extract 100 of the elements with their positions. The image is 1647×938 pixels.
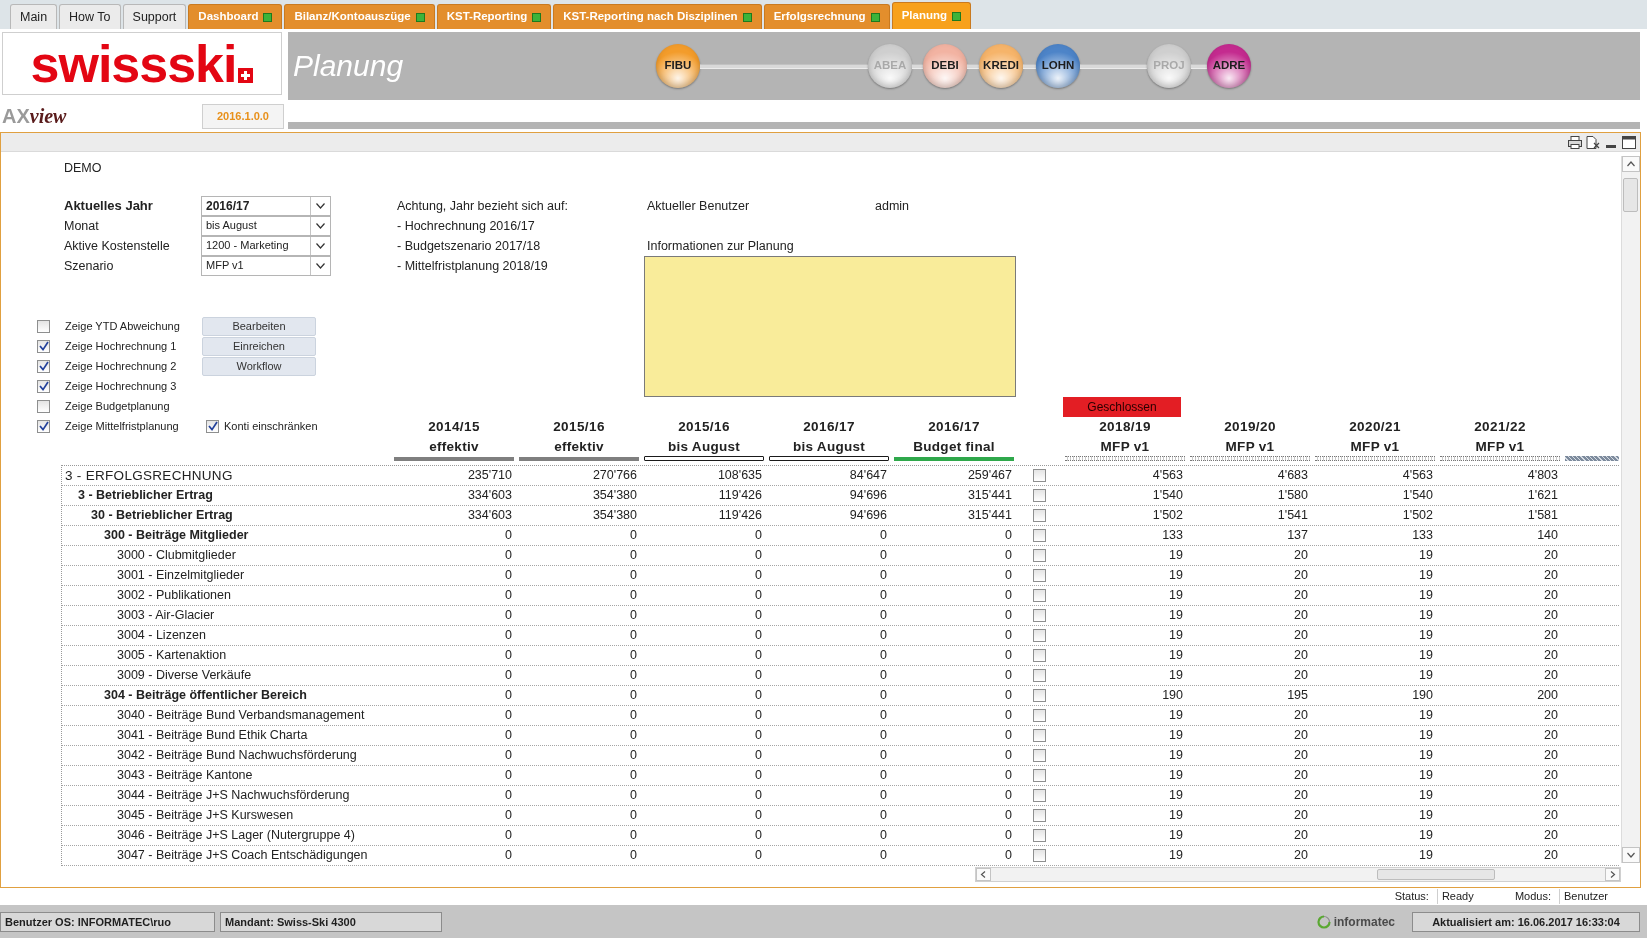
arrow-left-icon[interactable]: [976, 868, 991, 881]
account-label: 3 - ERFOLGSRECHNUNG: [64, 467, 234, 485]
table-cell-text: 20: [1293, 567, 1309, 584]
account-label: 3002 - Publikationen: [116, 587, 232, 604]
module-button[interactable]: FIBU: [656, 44, 700, 88]
checkbox[interactable]: [37, 359, 50, 373]
checkbox[interactable]: [1033, 769, 1046, 782]
table-cell-text: 20: [1293, 587, 1309, 604]
table-cell-text: 0: [754, 547, 763, 564]
dropdown[interactable]: 2016/17: [201, 196, 331, 216]
column-year: 2015/16: [677, 418, 731, 436]
table-cell-text: 0: [754, 807, 763, 824]
tab[interactable]: Main: [10, 4, 58, 29]
table-cell-text: 0: [629, 647, 638, 664]
column-year: 2015/16: [552, 418, 606, 436]
arrow-right-icon[interactable]: [1605, 868, 1620, 881]
table-cell-text: 20: [1543, 587, 1559, 604]
scrollbar-thumb[interactable]: [1623, 178, 1638, 212]
checkbox[interactable]: [37, 419, 50, 433]
mode-value: Benutzer: [1559, 889, 1641, 904]
printer-icon[interactable]: [1568, 135, 1582, 149]
checkbox[interactable]: [1033, 669, 1046, 682]
table-cell-text: 0: [754, 827, 763, 844]
checkbox[interactable]: [1033, 489, 1046, 502]
module-button: PROJ: [1147, 44, 1191, 88]
ring-icon: [1316, 914, 1331, 929]
tab[interactable]: Support: [122, 4, 187, 29]
dropdown[interactable]: 1200 - Marketing: [201, 235, 331, 256]
maximize-icon[interactable]: [1622, 135, 1636, 149]
checkbox[interactable]: [1033, 849, 1046, 862]
checkbox[interactable]: [1033, 809, 1046, 822]
notice-title: Achtung, Jahr bezieht sich auf:: [397, 198, 569, 215]
table-cell-text: 20: [1543, 647, 1559, 664]
checkbox[interactable]: [1033, 549, 1046, 562]
checkbox[interactable]: [1033, 649, 1046, 662]
table-cell-text: 0: [754, 727, 763, 744]
table-cell-text: 0: [629, 707, 638, 724]
module-button[interactable]: ADRE: [1207, 44, 1251, 88]
dropdown[interactable]: bis August: [201, 215, 331, 236]
table-cell-text: 1'580: [1276, 487, 1309, 504]
table-cell-text: 0: [879, 727, 888, 744]
checkbox[interactable]: [1033, 609, 1046, 622]
table-cell-text: 137: [1286, 527, 1309, 544]
checkbox[interactable]: [1033, 749, 1046, 762]
checkbox[interactable]: [1033, 569, 1046, 582]
scrollbar-thumb[interactable]: [1377, 869, 1495, 880]
checkbox[interactable]: [37, 379, 50, 393]
table-cell-text: 0: [1004, 827, 1013, 844]
checkbox[interactable]: [1033, 509, 1046, 522]
brand-logo: swissski: [30, 37, 237, 90]
table-cell-text: 140: [1536, 527, 1559, 544]
checkbox[interactable]: [37, 319, 50, 333]
indicator-icon: [415, 12, 425, 22]
table-cell-text: 0: [754, 707, 763, 724]
checkbox[interactable]: [1033, 469, 1046, 482]
user-label: Aktueller Benutzer: [647, 198, 751, 215]
horizontal-scrollbar[interactable]: [975, 867, 1621, 882]
checkbox[interactable]: [37, 339, 50, 353]
module-button[interactable]: KREDI: [979, 44, 1023, 88]
document-icon[interactable]: [1586, 135, 1600, 149]
checkbox[interactable]: [1033, 529, 1046, 542]
checkbox[interactable]: [1033, 629, 1046, 642]
indicator-icon: [742, 12, 752, 22]
table-cell-text: 94'696: [848, 487, 888, 504]
table-cell-text: 0: [504, 687, 513, 704]
table-cell-text: 19: [1168, 627, 1184, 644]
tab[interactable]: How To: [59, 4, 121, 29]
page-title: Planung: [292, 51, 405, 81]
vertical-scrollbar[interactable]: [1621, 156, 1640, 863]
arrow-up-icon[interactable]: [1622, 156, 1640, 172]
action-button[interactable]: Einreichen: [202, 336, 316, 356]
table-cell-text: 19: [1418, 787, 1434, 804]
checkmark-icon: [38, 421, 49, 431]
table-cell-text: 19: [1418, 707, 1434, 724]
checkbox[interactable]: [1033, 729, 1046, 742]
table-cell-text: 0: [879, 847, 888, 864]
module-button[interactable]: LOHN: [1036, 44, 1080, 88]
checkbox[interactable]: [1033, 589, 1046, 602]
table-cell-text: 0: [504, 767, 513, 784]
action-button[interactable]: Workflow: [202, 356, 316, 376]
checkbox[interactable]: [1033, 789, 1046, 802]
table-cell-text: 270'766: [591, 467, 638, 484]
arrow-down-icon[interactable]: [1622, 847, 1640, 863]
version-label: 2016.1.0.0: [202, 103, 284, 129]
checkbox[interactable]: [206, 419, 219, 433]
module-button[interactable]: DEBI: [923, 44, 967, 88]
table-cell-text: 133: [1161, 527, 1184, 544]
column-year: 2018/19: [1098, 418, 1152, 436]
checkbox[interactable]: [1033, 689, 1046, 702]
account-label: 3 - Betrieblicher Ertrag: [77, 487, 214, 504]
column-subtitle: bis August: [666, 438, 742, 456]
checkbox[interactable]: [1033, 829, 1046, 842]
table-cell-text: 4'803: [1526, 467, 1559, 484]
checkbox[interactable]: [1033, 709, 1046, 722]
action-button[interactable]: Bearbeiten: [202, 316, 316, 336]
table-cell-text: 0: [504, 587, 513, 604]
account-label: 3045 - Beiträge J+S Kurswesen: [116, 807, 295, 824]
checkbox[interactable]: [37, 399, 50, 413]
dropdown[interactable]: MFP v1: [201, 255, 331, 276]
table-cell-text: 0: [629, 547, 638, 564]
